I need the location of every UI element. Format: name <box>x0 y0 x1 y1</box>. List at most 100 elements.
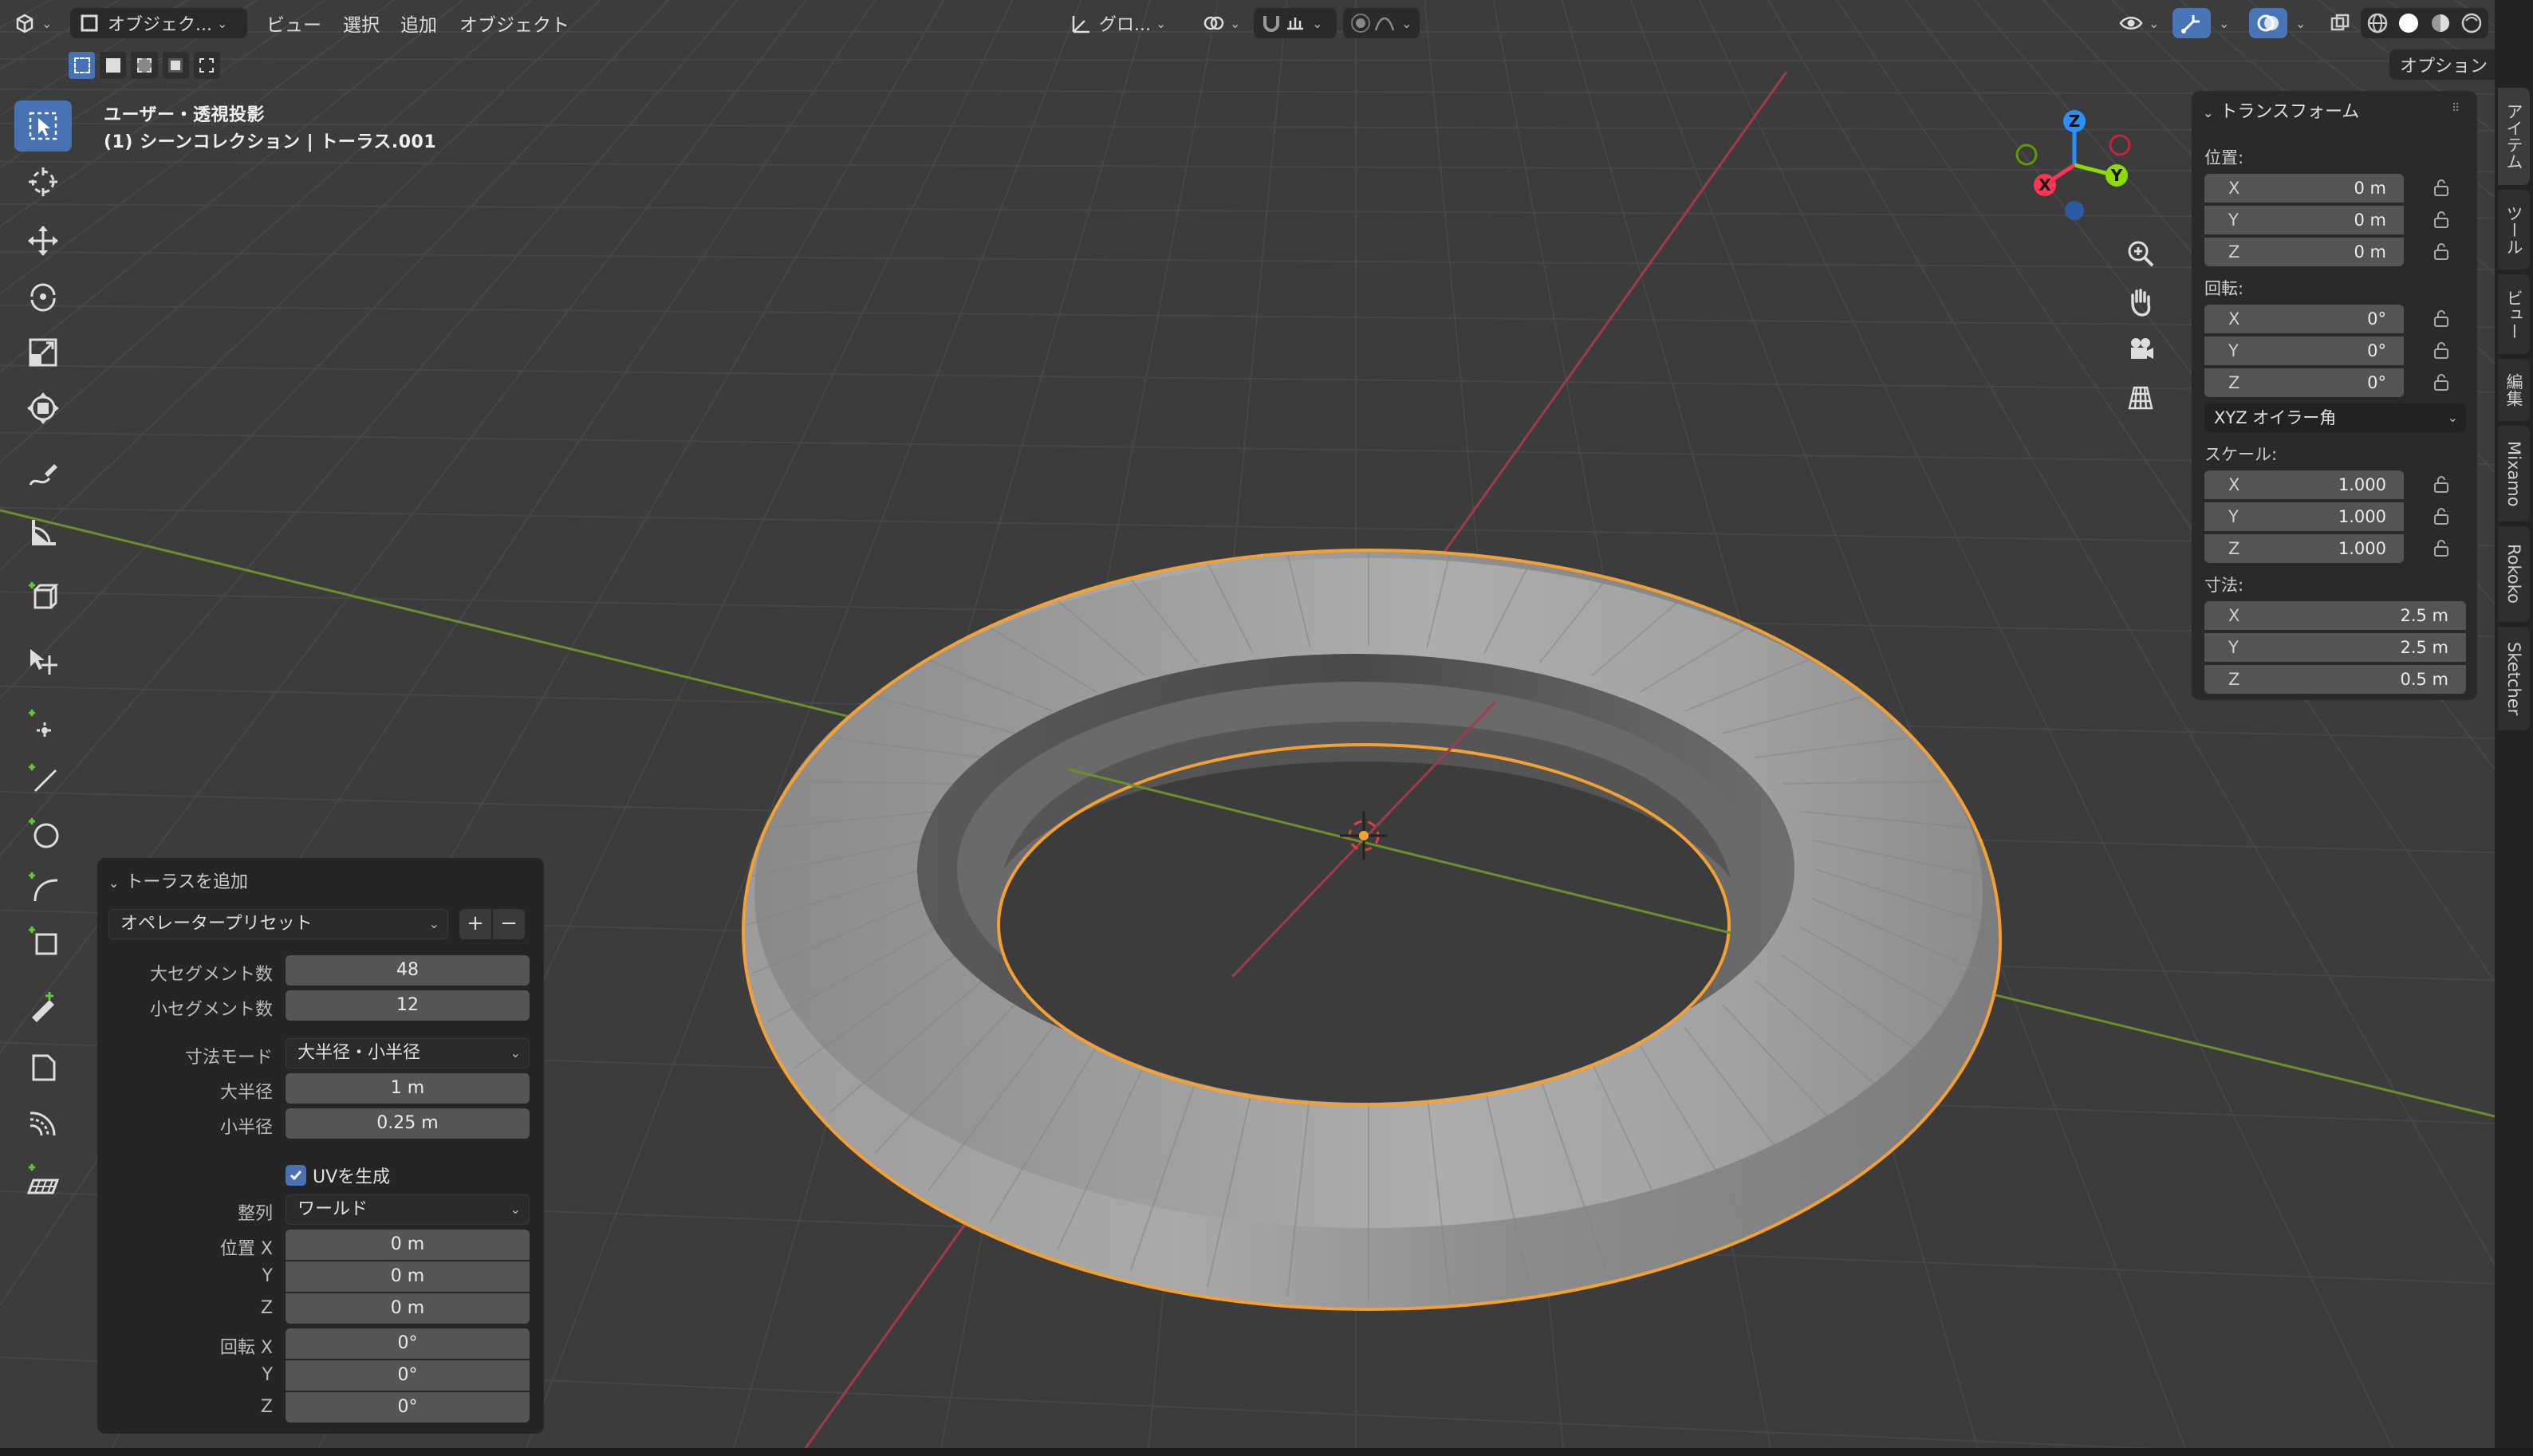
tool-extrude[interactable] <box>14 635 72 686</box>
tool-add-arc[interactable] <box>14 861 72 912</box>
wireframe-shading-icon[interactable] <box>2366 11 2389 35</box>
tool-cursor[interactable] <box>14 156 72 207</box>
tool-measure[interactable] <box>14 507 72 558</box>
dimensions-y-field[interactable]: Y 2.5 m <box>2204 633 2466 662</box>
xray-toggle[interactable] <box>2324 8 2356 38</box>
camera-view-button[interactable] <box>2120 329 2161 370</box>
menu-view[interactable]: ビュー <box>266 8 321 38</box>
rotation-x-field[interactable]: X 0° <box>2204 305 2404 333</box>
lock-icon[interactable] <box>2431 308 2452 329</box>
lock-icon[interactable] <box>2431 340 2452 360</box>
overlays-toggle[interactable] <box>2249 8 2287 38</box>
sidebar-tab-tool[interactable]: ツール <box>2498 190 2530 270</box>
rotation-y-field[interactable]: 0° <box>286 1360 530 1391</box>
location-y-field[interactable]: 0 m <box>286 1261 530 1292</box>
snap-toggle[interactable]: ⌄ <box>1254 8 1337 38</box>
options-dropdown[interactable]: オプション ⌄ <box>2389 49 2495 80</box>
generate-uv-checkbox[interactable]: UVを生成 <box>286 1163 390 1188</box>
transform-orientation-selector[interactable]: グロ... ⌄ <box>1064 8 1193 38</box>
lock-icon[interactable] <box>2431 177 2452 198</box>
dimension-mode-dropdown[interactable]: 大半径・小半径 ⌄ <box>286 1038 530 1068</box>
dimensions-z-field[interactable]: Z 0.5 m <box>2204 665 2466 694</box>
tool-grid[interactable] <box>14 1153 72 1204</box>
location-z-field[interactable]: 0 m <box>286 1293 530 1324</box>
rotation-x-field[interactable]: 0° <box>286 1328 530 1359</box>
overlays-dropdown[interactable]: ⌄ <box>2291 8 2318 38</box>
sidebar-tab-rokoko[interactable]: Rokoko <box>2498 526 2530 622</box>
select-extend-icon[interactable] <box>100 52 127 79</box>
location-x-field[interactable]: X0 m <box>2204 174 2404 203</box>
proportional-editing-toggle[interactable]: ⌄ <box>1343 8 1420 38</box>
navigation-gizmo[interactable]: Z Y X <box>2015 105 2134 225</box>
sidebar-tab-item[interactable]: アイテム <box>2498 88 2530 185</box>
select-new-icon[interactable] <box>69 52 96 79</box>
sidebar-tab-edit[interactable]: 編集 <box>2498 359 2530 421</box>
lock-icon[interactable] <box>2431 372 2452 392</box>
transform-panel-header[interactable]: ⌄ トランスフォーム <box>2203 97 2359 123</box>
remove-preset-button[interactable]: − <box>493 909 525 939</box>
mode-selector[interactable]: オブジェク... ⌄ <box>70 8 247 38</box>
sidebar-tab-sketcher[interactable]: Sketcher <box>2498 627 2530 730</box>
lock-icon[interactable] <box>2431 209 2452 230</box>
tool-shear[interactable] <box>14 1041 72 1092</box>
lock-icon[interactable] <box>2431 474 2452 494</box>
neg-z-axis-ball[interactable] <box>2065 201 2084 220</box>
scale-z-field[interactable]: Z 1.000 <box>2204 534 2404 563</box>
rotation-mode-dropdown[interactable]: XYZ オイラー角 ⌄ <box>2204 403 2466 432</box>
scale-x-field[interactable]: X 1.000 <box>2204 470 2404 499</box>
sidebar-tab-view[interactable]: ビュー <box>2498 274 2530 354</box>
tool-draw[interactable] <box>14 981 72 1032</box>
neg-y-axis-ball[interactable] <box>2015 144 2038 166</box>
operator-panel-header[interactable]: ⌄ トーラスを追加 <box>108 868 248 893</box>
tool-annotate[interactable] <box>14 450 72 501</box>
visibility-selector[interactable]: ⌄ <box>2118 8 2166 38</box>
dimensions-x-field[interactable]: X 2.5 m <box>2204 601 2466 630</box>
tool-add-circle[interactable] <box>14 807 72 858</box>
rotation-z-field[interactable]: Z 0° <box>2204 368 2404 397</box>
gizmo-toggle[interactable] <box>2173 8 2211 38</box>
tool-move[interactable] <box>14 215 72 266</box>
neg-x-axis-ball[interactable] <box>2109 134 2131 156</box>
drag-handle-icon[interactable]: ⠿ <box>2452 102 2460 115</box>
minor-segments-field[interactable]: 12 <box>286 990 530 1021</box>
location-x-field[interactable]: 0 m <box>286 1230 530 1260</box>
material-shading-icon[interactable] <box>2429 11 2452 35</box>
tool-scale[interactable] <box>14 327 72 378</box>
select-invert-icon[interactable] <box>162 52 189 79</box>
pivot-point-selector[interactable]: ⌄ <box>1201 8 1246 38</box>
torus-object[interactable] <box>741 548 2003 1312</box>
tool-select-box[interactable] <box>14 100 72 152</box>
align-dropdown[interactable]: ワールド ⌄ <box>286 1194 530 1225</box>
location-z-field[interactable]: Z0 m <box>2204 238 2404 266</box>
tool-rotate[interactable] <box>14 271 72 322</box>
tool-add-rect[interactable] <box>14 915 72 966</box>
rotation-y-field[interactable]: Y 0° <box>2204 336 2404 365</box>
tool-add-line[interactable] <box>14 753 72 804</box>
lock-icon[interactable] <box>2431 506 2452 526</box>
lock-icon[interactable] <box>2431 537 2452 558</box>
rendered-shading-icon[interactable] <box>2460 11 2484 35</box>
menu-object[interactable]: オブジェクト <box>459 8 569 38</box>
select-intersect-icon[interactable] <box>193 52 221 79</box>
ortho-toggle-button[interactable] <box>2120 376 2161 418</box>
major-segments-field[interactable]: 48 <box>286 955 530 986</box>
sidebar-tab-mixamo[interactable]: Mixamo <box>2498 426 2530 521</box>
menu-select[interactable]: 選択 <box>343 8 380 38</box>
tool-add-point[interactable] <box>14 698 72 750</box>
rotation-z-field[interactable]: 0° <box>286 1392 530 1423</box>
zoom-button[interactable] <box>2120 233 2161 274</box>
scale-y-field[interactable]: Y 1.000 <box>2204 502 2404 531</box>
3d-viewport[interactable]: ⌄ オブジェク... ⌄ ビュー 選択 追加 オブジェクト グロ... ⌄ ⌄ … <box>0 0 2495 1448</box>
minor-radius-field[interactable]: 0.25 m <box>286 1108 530 1139</box>
solid-shading-icon[interactable] <box>2397 11 2421 35</box>
add-preset-button[interactable]: + <box>459 909 491 939</box>
tool-add-cube[interactable] <box>14 571 72 622</box>
gizmo-dropdown[interactable]: ⌄ <box>2214 8 2241 38</box>
lock-icon[interactable] <box>2431 241 2452 262</box>
tool-spin[interactable] <box>14 1097 72 1148</box>
location-y-field[interactable]: Y0 m <box>2204 206 2404 234</box>
pan-button[interactable] <box>2120 281 2161 322</box>
select-subtract-icon[interactable] <box>131 52 158 79</box>
editor-type-button[interactable]: ⌄ <box>13 8 61 38</box>
menu-add[interactable]: 追加 <box>400 8 437 38</box>
